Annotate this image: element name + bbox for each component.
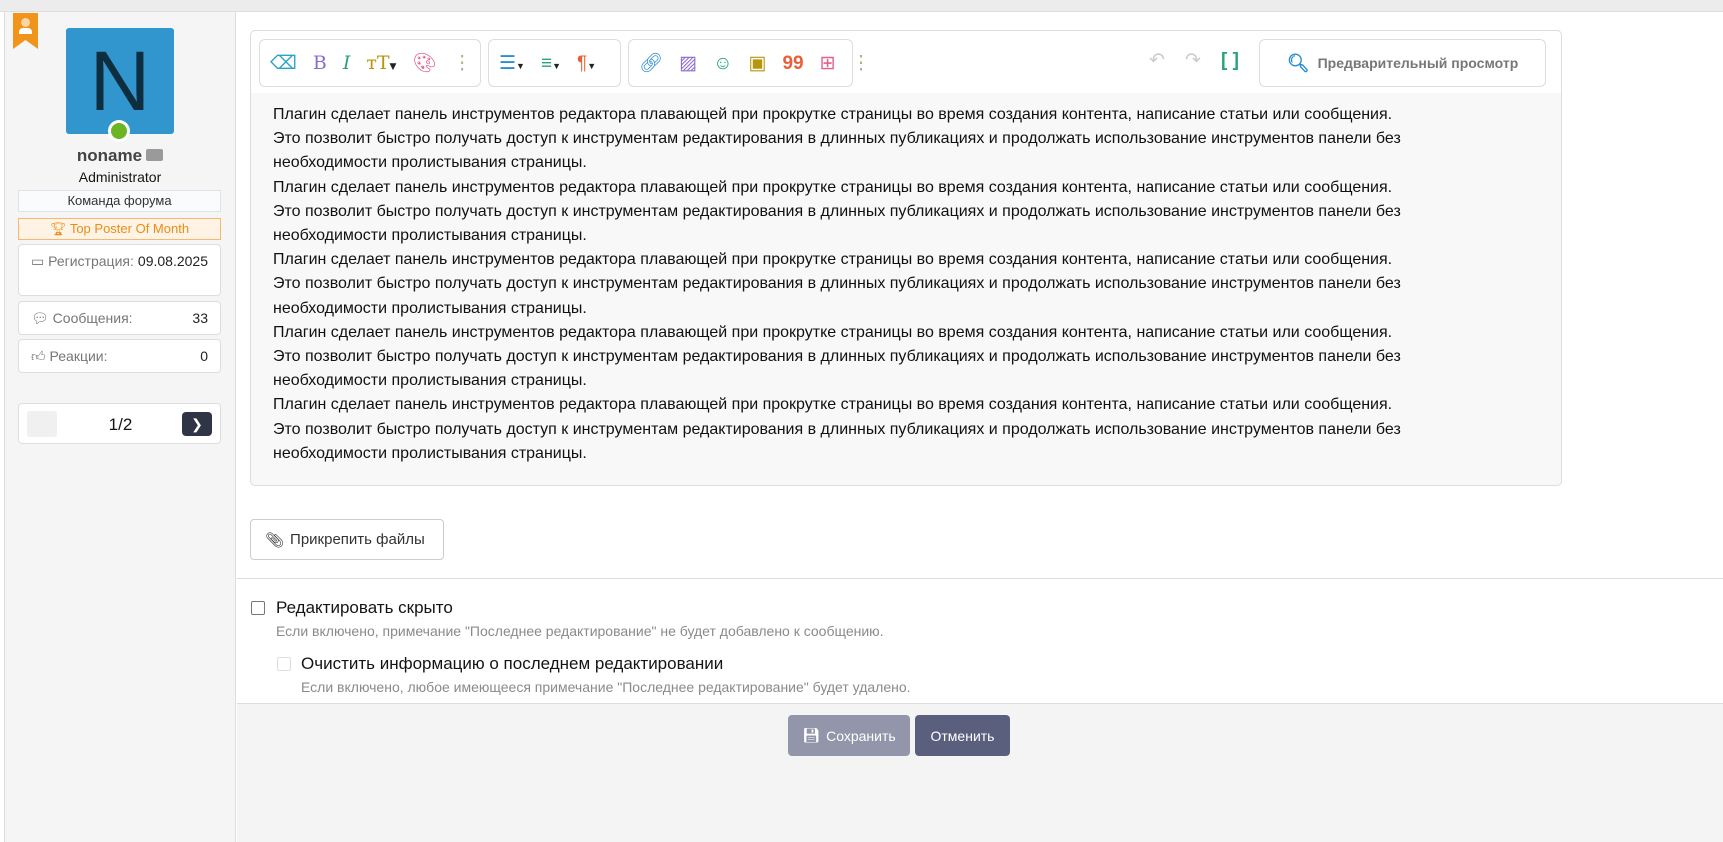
editor-toolbar: ⌫ B I тT▼ 🎨︎ ⋮ ☰▼ ≡▼ ¶▼ 🔗︎ ▨ ☺ ▣ 99 ⊞ ⋮ … xyxy=(251,31,1561,93)
content-line: Плагин сделает панель инструментов редак… xyxy=(273,248,1533,272)
content-line: Это позволит быстро получать доступ к ин… xyxy=(273,127,1533,151)
palette-icon[interactable]: 🎨︎ xyxy=(412,54,436,73)
content-line: Плагин сделает панель инструментов редак… xyxy=(273,393,1533,417)
preview-icon: 🔍︎ xyxy=(1287,53,1310,74)
top-bar xyxy=(0,0,1723,12)
smiley-icon[interactable]: ☺ xyxy=(713,54,732,73)
content-line: необходимости пролистывания страницы. xyxy=(273,151,1533,175)
stat-value: 09.08.2025 xyxy=(138,253,208,269)
silent-edit-label[interactable]: Редактировать скрыто xyxy=(276,598,453,618)
content-line: необходимости пролистывания страницы. xyxy=(273,442,1533,466)
toolbar-group-insert: 🔗︎ ▨ ☺ ▣ 99 ⊞ ⋮ xyxy=(628,39,853,87)
award-text: Top Poster Of Month xyxy=(70,221,189,236)
stat-messages: 💬︎ Сообщения: 33 xyxy=(18,301,221,335)
avatar[interactable]: N xyxy=(66,28,174,134)
toolbar-group-text: ⌫ B I тT▼ 🎨︎ ⋮ xyxy=(259,39,481,87)
content-line: Плагин сделает панель инструментов редак… xyxy=(273,176,1533,200)
content-line: необходимости пролистывания страницы. xyxy=(273,224,1533,248)
paperclip-icon: 📎︎ xyxy=(265,531,284,549)
clear-edit-checkbox[interactable] xyxy=(277,657,291,671)
content-line: Это позволит быстро получать доступ к ин… xyxy=(273,200,1533,224)
group-banner: Команда форума xyxy=(18,190,221,212)
trophy-icon: 🏆︎ xyxy=(50,221,70,236)
user-title: Administrator xyxy=(0,169,240,185)
stat-label: Реакции: xyxy=(50,348,108,364)
paragraph-icon[interactable]: ¶▼ xyxy=(577,54,596,73)
content-line: необходимости пролистывания страницы. xyxy=(273,369,1533,393)
attach-label: Прикрепить файлы xyxy=(290,531,425,548)
award-banner: 🏆︎ Top Poster Of Month xyxy=(18,218,221,240)
stat-label: Сообщения: xyxy=(53,310,133,326)
redo-icon[interactable]: ↷ xyxy=(1185,51,1201,70)
content-line: Плагин сделает панель инструментов редак… xyxy=(273,321,1533,345)
stat-reactions: 👍︎ Реакции: 0 xyxy=(18,339,221,373)
mail-icon[interactable] xyxy=(146,149,163,161)
content-line: Это позволит быстро получать доступ к ин… xyxy=(273,418,1533,442)
bbcode-toggle-icon[interactable]: [ ] xyxy=(1221,51,1239,70)
silent-edit-checkbox[interactable] xyxy=(251,601,265,615)
content-line: Это позволит быстро получать доступ к ин… xyxy=(273,272,1533,296)
clear-edit-label[interactable]: Очистить информацию о последнем редактир… xyxy=(301,654,723,674)
stat-label: Регистрация: xyxy=(48,253,134,269)
image-icon[interactable]: ▨ xyxy=(679,54,697,73)
bold-icon[interactable]: B xyxy=(313,54,327,73)
form-footer: 💾︎ Сохранить Отменить xyxy=(237,703,1723,842)
save-icon: 💾︎ xyxy=(802,727,820,744)
online-status-icon xyxy=(108,120,130,142)
cancel-button[interactable]: Отменить xyxy=(915,715,1010,756)
calendar-icon: ▭ xyxy=(31,253,48,269)
preview-label: Предварительный просмотр xyxy=(1318,55,1519,71)
eraser-icon[interactable]: ⌫ xyxy=(270,54,297,73)
preview-button[interactable]: 🔍︎ Предварительный просмотр xyxy=(1259,39,1546,87)
link-icon[interactable]: 🔗︎ xyxy=(639,54,663,73)
more-insert-icon[interactable]: ⋮ xyxy=(852,54,871,73)
media-icon[interactable]: ▣ xyxy=(748,54,766,73)
quote-icon[interactable]: 99 xyxy=(782,54,803,73)
next-page-button[interactable]: ❯ xyxy=(182,412,212,436)
comments-icon: 💬︎ xyxy=(31,310,53,326)
toolbar-group-paragraph: ☰▼ ≡▼ ¶▼ xyxy=(488,39,621,87)
content-line: Это позволит быстро получать доступ к ин… xyxy=(273,345,1533,369)
undo-icon[interactable]: ↶ xyxy=(1149,51,1165,70)
list-icon[interactable]: ☰▼ xyxy=(499,54,525,73)
silent-edit-hint: Если включено, примечание "Последнее ред… xyxy=(276,623,884,639)
editor: ⌫ B I тT▼ 🎨︎ ⋮ ☰▼ ≡▼ ¶▼ 🔗︎ ▨ ☺ ▣ 99 ⊞ ⋮ … xyxy=(250,30,1562,486)
save-label: Сохранить xyxy=(826,728,896,744)
more-icon[interactable]: ⋮ xyxy=(453,54,472,73)
divider xyxy=(237,578,1723,579)
thumbs-up-icon: 👍︎ xyxy=(31,348,50,364)
save-button[interactable]: 💾︎ Сохранить xyxy=(788,715,910,756)
italic-icon[interactable]: I xyxy=(343,54,351,73)
editor-content[interactable]: Плагин сделает панель инструментов редак… xyxy=(273,103,1533,466)
content-line: необходимости пролистывания страницы. xyxy=(273,297,1533,321)
username-text[interactable]: noname xyxy=(77,146,142,165)
stat-value: 0 xyxy=(200,348,208,364)
clear-edit-hint: Если включено, любое имеющееся примечани… xyxy=(301,679,911,695)
attach-files-button[interactable]: 📎︎ Прикрепить файлы xyxy=(250,519,444,560)
pager: 1/2 ❯ xyxy=(18,403,221,444)
username[interactable]: noname xyxy=(0,146,240,166)
content-line: Плагин сделает панель инструментов редак… xyxy=(273,103,1533,127)
stat-registration: ▭ Регистрация:09.08.2025 xyxy=(18,244,221,296)
align-icon[interactable]: ≡▼ xyxy=(541,54,561,73)
font-size-icon[interactable]: тT▼ xyxy=(366,54,396,73)
table-icon[interactable]: ⊞ xyxy=(820,54,836,73)
stat-value: 33 xyxy=(192,310,208,326)
